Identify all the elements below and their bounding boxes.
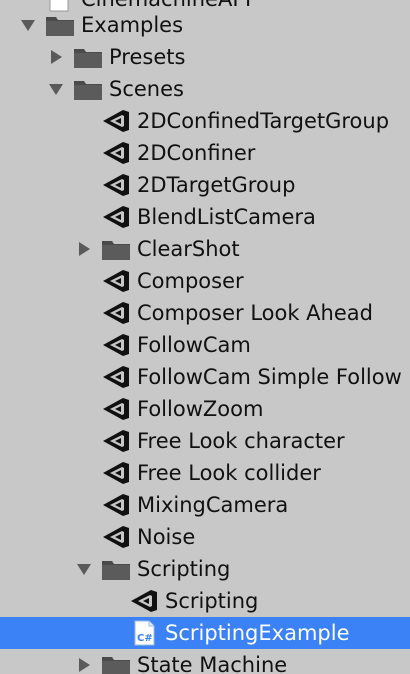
tree-row-examples[interactable]: Examples — [0, 9, 410, 41]
tree-row-label: Free Look collider — [137, 461, 321, 485]
tree-row-label: 2DConfinedTargetGroup — [137, 109, 390, 133]
tree-row-label: Noise — [137, 525, 196, 549]
tree-row-label: FollowCam Simple Follow — [137, 365, 402, 389]
tree-row-scene[interactable]: Free Look collider — [0, 457, 410, 489]
tree-row-scene[interactable]: FollowCam — [0, 329, 410, 361]
tree-row-label: Scripting — [165, 589, 259, 613]
tree-row-scripting-example[interactable]: C# ScriptingExample — [0, 617, 410, 649]
tree-row-scene[interactable]: BlendListCamera — [0, 201, 410, 233]
tree-row-label: ClearShot — [137, 237, 240, 261]
tree-row-label: BlendListCamera — [137, 205, 316, 229]
unity-scene-icon — [101, 329, 131, 361]
unity-scene-icon — [101, 489, 131, 521]
tree-row-scene[interactable]: Noise — [0, 521, 410, 553]
tree-row-label: Scenes — [109, 77, 184, 101]
unity-scene-icon — [101, 105, 131, 137]
unity-scene-icon — [129, 585, 159, 617]
expand-arrow-down-icon[interactable] — [18, 9, 38, 41]
tree-row-clearshot[interactable]: ClearShot — [0, 233, 410, 265]
tree-row-label: Examples — [81, 13, 184, 37]
tree-row-label: Scripting — [137, 557, 231, 581]
svg-text:C#: C# — [137, 633, 153, 644]
tree-row-label: ScriptingExample — [165, 621, 350, 645]
unity-scene-icon — [101, 393, 131, 425]
tree-row-scene[interactable]: 2DConfiner — [0, 137, 410, 169]
tree-row-scene[interactable]: Composer Look Ahead — [0, 297, 410, 329]
folder-icon — [101, 649, 131, 674]
unity-scene-icon — [101, 137, 131, 169]
folder-icon — [101, 233, 131, 265]
unity-scene-icon — [101, 361, 131, 393]
tree-row-label: FollowCam — [137, 333, 251, 357]
tree-row-label: Presets — [109, 45, 186, 69]
expand-arrow-down-icon[interactable] — [74, 553, 94, 585]
tree-row-label: Composer Look Ahead — [137, 301, 373, 325]
folder-icon — [73, 73, 103, 105]
tree-row-label: FollowZoom — [137, 397, 264, 421]
folder-icon — [45, 9, 75, 41]
unity-scene-icon — [101, 297, 131, 329]
unity-scene-icon — [101, 521, 131, 553]
unity-scene-icon — [101, 201, 131, 233]
folder-icon — [73, 41, 103, 73]
tree-row-state-machine[interactable]: State Machine — [0, 649, 410, 674]
expand-arrow-right-icon[interactable] — [74, 233, 94, 265]
tree-row-presets[interactable]: Presets — [0, 41, 410, 73]
tree-row-scene[interactable]: 2DConfinedTargetGroup — [0, 105, 410, 137]
tree-row-label: Composer — [137, 269, 244, 293]
tree-row-scene[interactable]: Scripting — [0, 585, 410, 617]
unity-scene-icon — [101, 457, 131, 489]
tree-row-scripting-folder[interactable]: Scripting — [0, 553, 410, 585]
tree-row-scene[interactable]: Composer — [0, 265, 410, 297]
project-tree-panel: CinemachineAPI Examples Presets — [0, 0, 410, 674]
tree-row-scene[interactable]: FollowZoom — [0, 393, 410, 425]
unity-scene-icon — [101, 265, 131, 297]
unity-scene-icon — [101, 169, 131, 201]
expand-arrow-right-icon[interactable] — [74, 649, 94, 674]
expand-arrow-down-icon[interactable] — [46, 73, 66, 105]
tree-row-scene[interactable]: Free Look character — [0, 425, 410, 457]
tree-row-scene[interactable]: 2DTargetGroup — [0, 169, 410, 201]
csharp-script-icon: C# — [129, 617, 159, 649]
tree-row-scenes[interactable]: Scenes — [0, 73, 410, 105]
tree-row-label: State Machine — [137, 653, 288, 674]
tree-row-scene[interactable]: FollowCam Simple Follow — [0, 361, 410, 393]
expand-arrow-right-icon[interactable] — [46, 41, 66, 73]
tree-row-label: MixingCamera — [137, 493, 289, 517]
folder-icon — [101, 553, 131, 585]
tree-row-label: Free Look character — [137, 429, 345, 453]
unity-scene-icon — [101, 425, 131, 457]
tree-row-label: 2DConfiner — [137, 141, 256, 165]
tree-row-scene[interactable]: MixingCamera — [0, 489, 410, 521]
tree-row-label: 2DTargetGroup — [137, 173, 296, 197]
